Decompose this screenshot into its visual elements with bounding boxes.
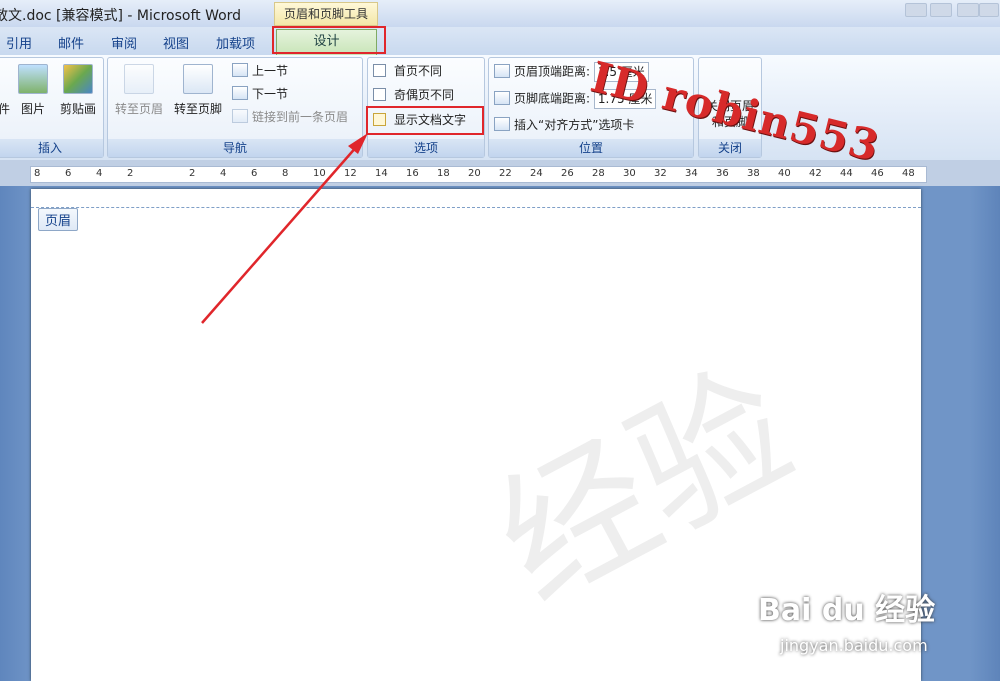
arrow-head bbox=[348, 133, 368, 154]
baidu-url: jingyan.baidu.com bbox=[780, 636, 928, 655]
annotation-arrow bbox=[201, 133, 368, 324]
arrow-shaft bbox=[201, 144, 359, 324]
baidu-logo: Bai du 经验 bbox=[758, 593, 936, 628]
